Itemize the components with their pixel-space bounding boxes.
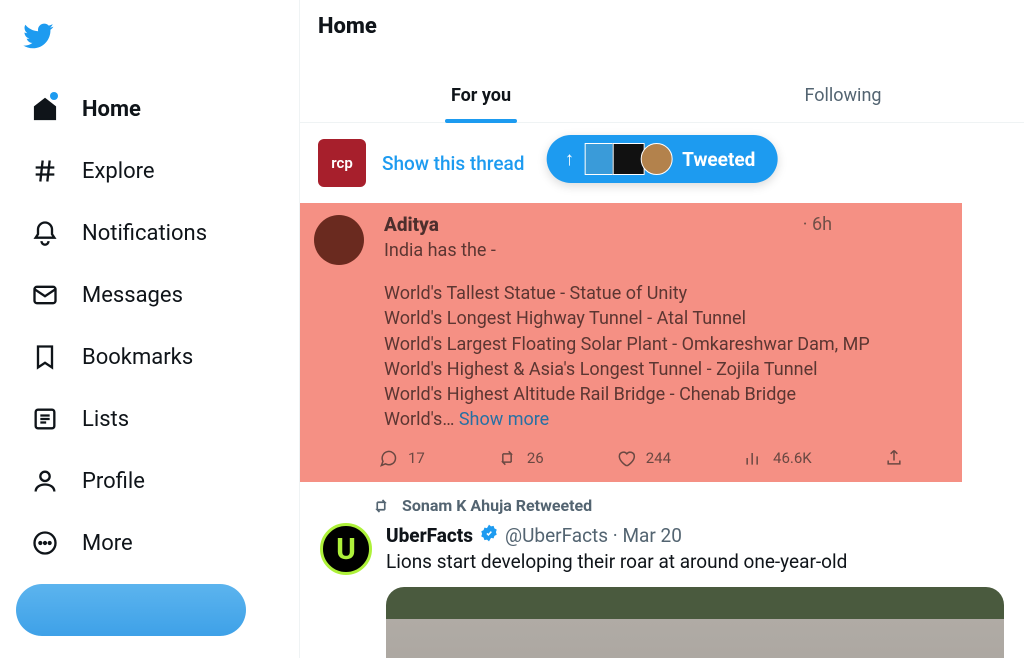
retweet-action[interactable]: 26 [497,448,544,468]
nav-label: Explore [82,159,155,184]
nav-bookmarks[interactable]: Bookmarks [16,326,283,388]
arrow-up-icon: ↑ [565,147,575,171]
nav-label: Messages [82,283,183,308]
tweeted-pill[interactable]: ↑ Tweeted [547,135,778,183]
tweet-uberfacts[interactable]: U UberFacts @UberFacts · Mar 20 Lions st… [300,519,1024,658]
nav-lists[interactable]: Lists [16,388,283,450]
main-timeline: Home For you Following rcp Show this thr… [300,0,1024,658]
nav-label: Profile [82,469,145,494]
nav-home[interactable]: Home [16,78,283,140]
list-icon [30,404,60,434]
sidebar: Home Explore Notifications Messages Book… [0,0,300,658]
verified-icon [479,523,499,548]
heart-icon [616,448,636,468]
views-icon [743,448,763,468]
page-title: Home [300,0,1024,67]
reply-icon [378,448,398,468]
nav-messages[interactable]: Messages [16,264,283,326]
retweet-icon [372,497,390,515]
retweet-label: Sonam K Ahuja Retweeted [300,482,1024,519]
tweet-actions: 17 26 244 46.6K [378,448,942,468]
tweet-media[interactable] [386,587,1004,658]
retweet-icon [497,448,517,468]
bookmark-icon [30,342,60,372]
tweet-text: India has the - World's Tallest Statue -… [384,238,942,432]
tweet-time: · 6h [803,214,832,235]
bird-icon [20,20,56,52]
twitter-logo[interactable] [16,10,283,78]
nav-label: Home [82,97,141,122]
tweet-handle: @UberFacts · Mar 20 [505,524,682,547]
tab-for-you[interactable]: For you [300,67,662,122]
app-root: Home Explore Notifications Messages Book… [0,0,1024,658]
envelope-icon [30,280,60,310]
avatar[interactable]: U [320,523,372,575]
hash-icon [30,156,60,186]
views-action[interactable]: 46.6K [743,448,812,468]
reply-action[interactable]: 17 [378,448,425,468]
tweet-highlighted[interactable]: Aditya · 6h India has the - World's Tall… [300,203,962,482]
like-action[interactable]: 244 [616,448,671,468]
tweet-button[interactable] [16,584,246,636]
tab-following[interactable]: Following [662,67,1024,122]
tweet-text: Lions start developing their roar at aro… [386,550,1004,573]
timeline-tabs: For you Following [300,67,1024,123]
more-icon [30,528,60,558]
show-more-link[interactable]: Show more [459,409,549,430]
share-icon [884,448,904,468]
home-icon [30,94,60,124]
tweet-author[interactable]: Aditya [384,213,439,236]
avatar[interactable]: rcp [318,139,366,187]
nav-notifications[interactable]: Notifications [16,202,283,264]
bell-icon [30,218,60,248]
nav-label: Bookmarks [82,345,193,370]
nav-label: Lists [82,407,129,432]
nav-label: More [82,531,133,556]
share-action[interactable] [884,448,904,468]
nav-more[interactable]: More [16,512,283,574]
pill-avatars [584,143,672,175]
pill-label: Tweeted [682,148,755,171]
show-thread-link[interactable]: Show this thread [382,152,524,175]
nav-profile[interactable]: Profile [16,450,283,512]
nav-label: Notifications [82,221,207,246]
tweet-author[interactable]: UberFacts [386,524,473,547]
avatar[interactable] [314,215,364,265]
profile-icon [30,466,60,496]
nav-explore[interactable]: Explore [16,140,283,202]
